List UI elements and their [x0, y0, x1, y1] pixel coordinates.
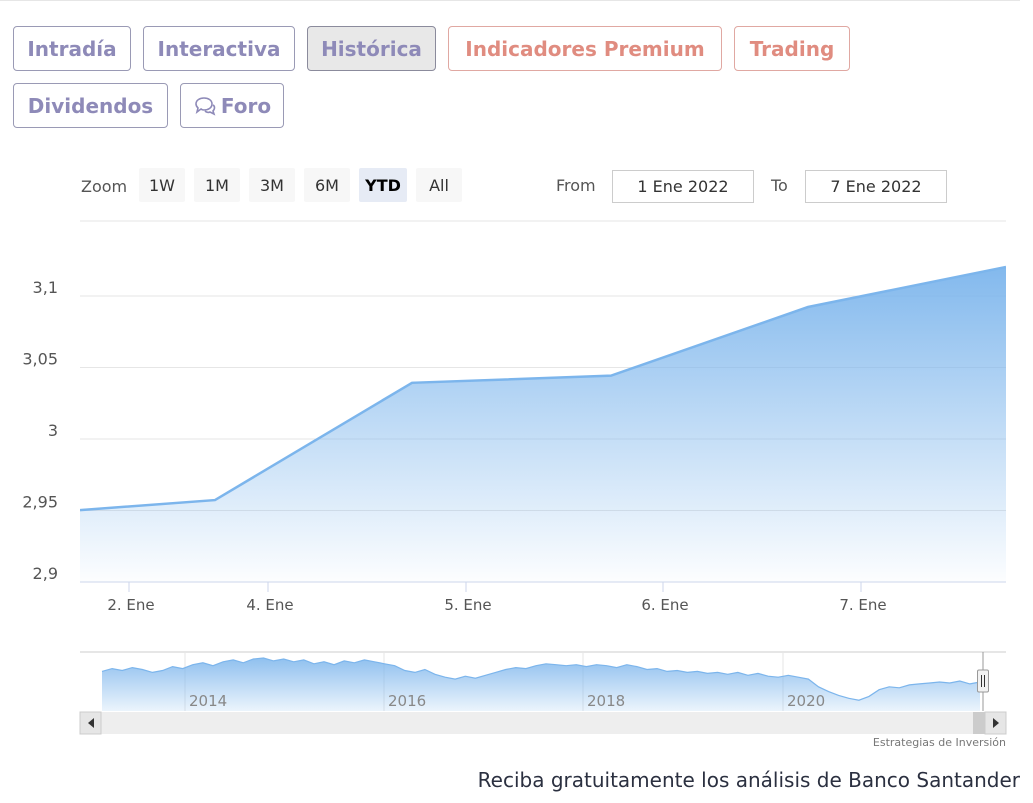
x-tick-label: 7. Ene [839, 596, 886, 614]
y-tick-label: 3,05 [22, 350, 58, 369]
navigator-year-label: 2020 [787, 692, 825, 710]
price-chart: 2,9 2,95 3 3,05 3,1 2. Ene 4. Ene 5. Ene 6. Ene… [22, 220, 1007, 735]
y-tick-label: 2,9 [33, 564, 58, 583]
x-tick-label: 4. Ene [246, 596, 293, 614]
navigator-handle[interactable] [977, 669, 989, 693]
scrollbar-thumb[interactable] [973, 712, 985, 734]
x-tick-label: 5. Ene [444, 596, 491, 614]
navigator-year-label: 2014 [189, 692, 227, 710]
navigator-year-label: 2018 [587, 692, 625, 710]
x-tick-label: 6. Ene [641, 596, 688, 614]
chart-credits[interactable]: Estrategias de Inversión [873, 736, 1006, 749]
x-tick-label: 2. Ene [107, 596, 154, 614]
y-tick-label: 2,95 [22, 493, 58, 512]
y-tick-label: 3 [48, 421, 58, 440]
navigator-area [102, 658, 980, 711]
y-tick-label: 3,1 [33, 278, 58, 297]
scrollbar-track[interactable] [80, 712, 1006, 734]
navigator-year-label: 2016 [388, 692, 426, 710]
footer-cta-text: Reciba gratuitamente los análisis de Ban… [477, 768, 1020, 792]
price-area-fill [80, 266, 1006, 582]
